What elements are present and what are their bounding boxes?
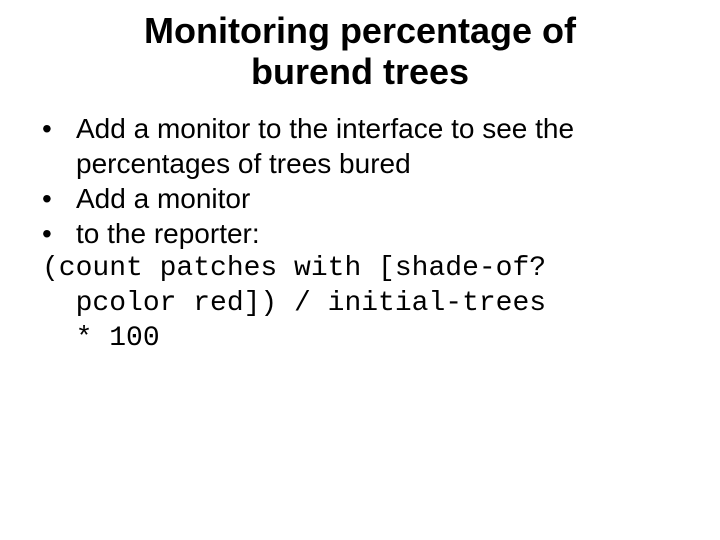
bullet-icon bbox=[40, 111, 76, 181]
title-line-2: burend trees bbox=[251, 51, 469, 92]
bullet-text: Add a monitor bbox=[76, 181, 680, 216]
bullet-item: Add a monitor to the interface to see th… bbox=[40, 111, 680, 181]
slide: Monitoring percentage of burend trees Ad… bbox=[0, 0, 720, 540]
bullet-item: Add a monitor bbox=[40, 181, 680, 216]
slide-body: Add a monitor to the interface to see th… bbox=[40, 111, 680, 356]
bullet-icon bbox=[40, 181, 76, 216]
slide-title: Monitoring percentage of burend trees bbox=[40, 10, 680, 93]
bullet-text: Add a monitor to the interface to see th… bbox=[76, 111, 680, 181]
title-line-1: Monitoring percentage of bbox=[144, 10, 576, 51]
code-block: (count patches with [shade-of? pcolor re… bbox=[40, 251, 680, 356]
bullet-item: to the reporter: bbox=[40, 216, 680, 251]
bullet-text: to the reporter: bbox=[76, 216, 680, 251]
bullet-icon bbox=[40, 216, 76, 251]
